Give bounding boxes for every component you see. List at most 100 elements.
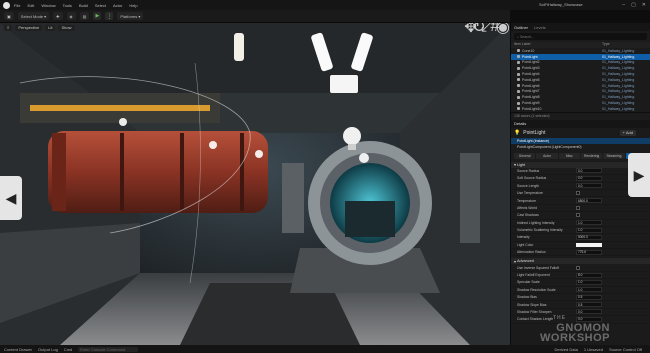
outliner-row-label: PointLight10 xyxy=(517,107,602,111)
unreal-logo-icon[interactable] xyxy=(3,1,10,9)
light-actor-icon xyxy=(517,89,520,93)
light-actor-icon xyxy=(517,72,520,76)
row-label-text: Cone10 xyxy=(522,48,535,53)
property-value-field[interactable]: 5000.0 xyxy=(576,234,602,240)
property-checkbox[interactable] xyxy=(576,205,580,210)
property-value-field[interactable]: 1.0 xyxy=(576,279,602,285)
level-viewport[interactable]: ≡ Perspective Lit Show ✥ ↻ ⤢ # ◉ ◀ xyxy=(0,23,510,345)
property-label: Affects World xyxy=(517,205,538,210)
property-value-field[interactable]: 0.0 xyxy=(576,168,602,174)
viewport-toolbar: ≡ Perspective Lit Show xyxy=(0,23,510,32)
minimize-icon[interactable]: – xyxy=(622,2,625,8)
view-mode-dropdown[interactable]: Lit xyxy=(45,24,56,31)
property-value-field[interactable]: 1.0 xyxy=(576,287,602,293)
filter-tab[interactable]: Misc xyxy=(558,152,580,159)
derived-data-button[interactable]: Derived Data xyxy=(554,347,577,352)
add-actor-icon[interactable]: ✚ xyxy=(53,12,63,20)
property-label: Soft Source Radius xyxy=(517,176,547,181)
outliner-row-label: PointLight8 xyxy=(517,95,602,99)
camera-speed-icon[interactable]: ◉ xyxy=(496,23,510,36)
menu-help[interactable]: Help xyxy=(129,3,137,8)
save-icon[interactable]: ▣ xyxy=(4,12,14,20)
tab-outliner[interactable]: Outliner xyxy=(514,25,528,30)
property-row: Light Falloff Exponent 8.0 xyxy=(511,272,650,280)
add-component-button[interactable]: + Add xyxy=(619,129,636,136)
source-control-button[interactable]: Source Control Off xyxy=(609,347,642,352)
scale-icon[interactable]: ⤢ xyxy=(481,23,494,35)
cinematics-icon[interactable]: ▤ xyxy=(79,12,90,20)
property-row: Use Inverse Squared Falloff xyxy=(511,264,650,272)
property-row: Intensity 5000.0 xyxy=(511,234,650,242)
unsaved-button[interactable]: 1 Unsaved xyxy=(584,347,603,352)
previous-arrow-icon[interactable]: ◀ xyxy=(0,176,22,220)
show-dropdown[interactable]: Show xyxy=(58,24,75,31)
play-options-icon[interactable]: ⋮ xyxy=(105,12,114,20)
light-bulb-icon: 💡 xyxy=(514,129,521,136)
light-actor-icon xyxy=(517,60,520,64)
col-type[interactable]: Type xyxy=(602,42,610,48)
content-drawer-button[interactable]: Content Drawer xyxy=(4,347,32,352)
filter-tab[interactable]: Streaming xyxy=(603,152,625,159)
tab-details[interactable]: Details xyxy=(514,121,526,126)
property-value-field[interactable]: 1.0 xyxy=(576,220,602,226)
cmd-dropdown[interactable]: Cmd xyxy=(64,347,72,352)
row-label-text: PointLight7 xyxy=(522,89,540,94)
mode-dropdown[interactable]: Select Mode ▾ xyxy=(17,12,50,20)
console-command-input[interactable]: Enter Console Command xyxy=(78,346,139,352)
status-bar: Content Drawer Output Log Cmd Enter Cons… xyxy=(0,345,650,353)
menu-select[interactable]: Select xyxy=(95,3,106,8)
outliner-row-label: PointLight5 xyxy=(517,78,602,82)
outliner-row-label: PointLight6 xyxy=(517,84,602,88)
menu-tools[interactable]: Tools xyxy=(63,3,72,8)
section-advanced-label: Advanced xyxy=(516,259,534,264)
property-value-field[interactable]: 775.6 xyxy=(576,249,602,255)
property-checkbox[interactable] xyxy=(576,213,580,218)
perspective-dropdown[interactable]: Perspective xyxy=(15,24,43,31)
blueprint-icon[interactable]: ◈ xyxy=(66,12,76,20)
search-placeholder: Search... xyxy=(519,34,534,39)
level-tab-title[interactable]: SciFiHallway_Showcase xyxy=(539,0,583,10)
outliner-list: Cone10 01_Hallway_Lighting PointLight 01_Ha… xyxy=(511,48,650,112)
close-icon[interactable]: ✕ xyxy=(642,2,646,8)
tab-levels[interactable]: Levels xyxy=(534,25,546,30)
menu-file[interactable]: File xyxy=(14,3,20,8)
property-value-field[interactable]: 6500.0 xyxy=(576,198,602,204)
platforms-label: Platforms xyxy=(120,13,138,19)
property-label: Temperature xyxy=(517,198,537,203)
menu-window[interactable]: Window xyxy=(41,3,55,8)
filter-tab[interactable]: General xyxy=(514,152,536,159)
viewport-options-button[interactable]: ≡ xyxy=(4,24,13,31)
outliner-row-label: PointLight xyxy=(517,55,602,59)
menu-edit[interactable]: Edit xyxy=(27,3,34,8)
hallway-scene xyxy=(0,23,510,345)
property-checkbox[interactable] xyxy=(576,265,580,270)
row-label-text: PointLight3 xyxy=(522,66,540,71)
property-value-field[interactable]: 1.0 xyxy=(576,227,602,233)
row-type: 01_Hallway_Lighting xyxy=(602,106,635,111)
property-checkbox[interactable] xyxy=(576,191,580,196)
light-color-swatch[interactable] xyxy=(576,242,602,247)
property-value-field[interactable]: 0.0 xyxy=(576,183,602,189)
menu-build[interactable]: Build xyxy=(79,3,88,8)
component-row[interactable]: PointLightComponent (LightComponent0) xyxy=(511,144,650,150)
play-icon[interactable]: ▶ xyxy=(93,12,102,20)
property-value-field[interactable]: 0.5 xyxy=(576,294,602,300)
col-item-label[interactable]: Item Label xyxy=(514,42,602,48)
property-value-field[interactable]: 0.0 xyxy=(576,175,602,181)
menu-actor[interactable]: Actor xyxy=(113,3,122,8)
maximize-icon[interactable]: ▢ xyxy=(631,2,636,8)
filter-tab[interactable]: Actor xyxy=(536,152,558,159)
output-log-button[interactable]: Output Log xyxy=(38,347,58,352)
next-arrow-icon[interactable]: ▶ xyxy=(628,153,650,197)
property-label: Use Inverse Squared Falloff xyxy=(517,265,559,270)
platforms-dropdown[interactable]: Platforms ▾ xyxy=(117,12,144,20)
property-value-field[interactable]: 8.0 xyxy=(576,272,602,278)
property-label: Attenuation Radius xyxy=(517,250,546,255)
filter-tab[interactable]: Rendering xyxy=(580,152,603,159)
property-row: Light Color xyxy=(511,242,650,250)
watermark-workshop: WORKSHOP xyxy=(540,332,610,344)
actor-name[interactable]: PointLight xyxy=(523,130,545,136)
outliner-search-input[interactable]: ⌕ Search... xyxy=(514,33,647,40)
property-value-field[interactable]: 0.5 xyxy=(576,302,602,308)
menu-bar: File Edit Window Tools Build Select Acto… xyxy=(0,0,650,10)
